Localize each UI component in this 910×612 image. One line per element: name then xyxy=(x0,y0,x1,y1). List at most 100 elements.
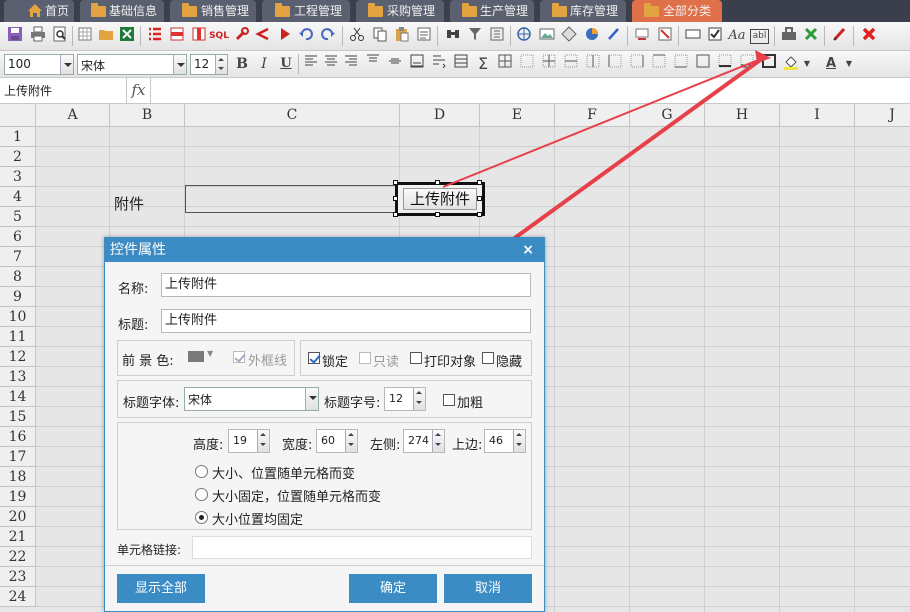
ok-button[interactable]: 确定 xyxy=(349,574,437,603)
row-header[interactable]: 13 xyxy=(0,367,36,387)
row-header[interactable]: 22 xyxy=(0,547,36,567)
row-header[interactable]: 1 xyxy=(0,127,36,147)
fill-color-icon[interactable] xyxy=(781,54,801,74)
zoom-select[interactable]: 100 xyxy=(4,54,74,75)
copy-icon[interactable] xyxy=(370,26,390,46)
resize-handle[interactable] xyxy=(435,180,440,185)
outer-frame-checkbox[interactable] xyxy=(233,351,245,363)
tab-production[interactable]: 生产管理 xyxy=(450,0,534,22)
checkbox-icon[interactable] xyxy=(705,26,725,46)
font-color-dropdown-icon[interactable]: ▼ xyxy=(843,54,855,74)
row-header[interactable]: 19 xyxy=(0,487,36,507)
lock-checkbox[interactable] xyxy=(308,352,320,364)
undo-icon[interactable] xyxy=(296,26,316,46)
border-left-icon[interactable] xyxy=(605,54,625,74)
row-header[interactable]: 12 xyxy=(0,347,36,367)
row-header[interactable]: 17 xyxy=(0,447,36,467)
row-header[interactable]: 2 xyxy=(0,147,36,167)
sql-icon[interactable]: SQL xyxy=(209,26,229,46)
row-header[interactable]: 15 xyxy=(0,407,36,427)
row-header[interactable]: 20 xyxy=(0,507,36,527)
tab-all-categories[interactable]: 全部分类 xyxy=(632,0,722,22)
font-select[interactable]: 宋体 xyxy=(77,54,187,75)
border-horizontal-icon[interactable] xyxy=(561,54,581,74)
tab-basic-info[interactable]: 基础信息 xyxy=(80,0,164,22)
toolbox-icon[interactable] xyxy=(779,26,799,46)
list-icon[interactable] xyxy=(145,26,165,46)
cell-b4[interactable]: 附件 xyxy=(114,193,144,214)
border-thick-bottom-icon[interactable] xyxy=(715,54,735,74)
cancel-button[interactable]: 取消 xyxy=(444,574,532,603)
align-right-icon[interactable] xyxy=(341,54,361,74)
row-header[interactable]: 8 xyxy=(0,267,36,287)
delete-rows-icon[interactable] xyxy=(189,26,209,46)
label-icon[interactable]: Aa xyxy=(727,26,747,46)
column-header[interactable]: F xyxy=(555,104,630,127)
align-middle-icon[interactable] xyxy=(385,54,405,74)
resize-handle[interactable] xyxy=(393,196,398,201)
tab-sales[interactable]: 销售管理 xyxy=(170,0,256,22)
upload-attachment-control[interactable]: 上传附件 xyxy=(393,180,485,217)
name-input[interactable]: 上传附件 xyxy=(161,273,531,297)
align-bottom-icon[interactable] xyxy=(407,54,427,74)
row-header[interactable]: 23 xyxy=(0,567,36,587)
top-stepper[interactable]: 46 xyxy=(484,429,526,453)
row-header[interactable]: 3 xyxy=(0,167,36,187)
border-none-icon[interactable] xyxy=(517,54,537,74)
form-icon[interactable] xyxy=(655,26,675,46)
wrench-icon[interactable] xyxy=(232,26,252,46)
resize-handle[interactable] xyxy=(477,196,482,201)
text-field-icon[interactable]: abl xyxy=(750,29,769,44)
align-top-icon[interactable] xyxy=(363,54,383,74)
column-header[interactable]: D xyxy=(400,104,480,127)
find-icon[interactable] xyxy=(443,26,463,46)
row-header[interactable]: 5 xyxy=(0,207,36,227)
column-header[interactable]: I xyxy=(780,104,855,127)
radio-resize-with-cells[interactable] xyxy=(195,465,208,478)
fx-icon[interactable]: fx xyxy=(126,78,151,103)
font-size-stepper[interactable]: 12 xyxy=(190,54,228,75)
border-inner-icon[interactable] xyxy=(539,54,559,74)
tab-engineering[interactable]: 工程管理 xyxy=(262,0,350,22)
filter-icon[interactable] xyxy=(465,26,485,46)
row-header[interactable]: 7 xyxy=(0,247,36,267)
print-object-checkbox[interactable] xyxy=(410,352,422,364)
resize-handle[interactable] xyxy=(393,180,398,185)
show-all-button[interactable]: 显示全部 xyxy=(117,574,205,603)
close-icon[interactable]: × xyxy=(522,238,534,262)
radio-fixed[interactable] xyxy=(195,511,208,524)
border-outer-icon[interactable] xyxy=(693,54,713,74)
border-bottom-icon[interactable] xyxy=(671,54,691,74)
row-header[interactable]: 4 xyxy=(0,187,36,207)
row-header[interactable]: 9 xyxy=(0,287,36,307)
sum-button[interactable]: Σ xyxy=(473,54,493,74)
left-stepper[interactable]: 274 xyxy=(403,429,445,453)
textbox-icon[interactable] xyxy=(683,26,703,46)
tab-purchasing[interactable]: 采购管理 xyxy=(356,0,444,22)
hidden-checkbox[interactable] xyxy=(482,352,494,364)
paste-icon[interactable] xyxy=(392,26,412,46)
column-header[interactable]: E xyxy=(480,104,555,127)
column-header[interactable]: G xyxy=(630,104,705,127)
image-icon[interactable] xyxy=(537,26,557,46)
row-header[interactable]: 6 xyxy=(0,227,36,247)
sort-icon[interactable] xyxy=(487,26,507,46)
pie-chart-icon[interactable] xyxy=(582,26,602,46)
column-header[interactable]: A xyxy=(36,104,110,127)
caption-input[interactable]: 上传附件 xyxy=(161,309,531,333)
print-icon[interactable] xyxy=(28,26,48,46)
column-header[interactable]: C xyxy=(185,104,400,127)
tab-home[interactable]: 首页 xyxy=(4,0,74,22)
row-header[interactable]: 24 xyxy=(0,587,36,607)
merge-cells-icon[interactable] xyxy=(451,54,471,74)
link-icon[interactable] xyxy=(514,26,534,46)
italic-button[interactable]: I xyxy=(254,54,274,74)
font-color-button[interactable]: A xyxy=(821,54,841,74)
height-stepper[interactable]: 19 xyxy=(228,429,270,453)
caption-font-select[interactable]: 宋体 xyxy=(184,387,319,411)
radio-move-with-cells[interactable] xyxy=(195,488,208,501)
bold-checkbox[interactable] xyxy=(443,394,455,406)
cell-link-input[interactable] xyxy=(192,536,532,559)
column-header[interactable]: J xyxy=(855,104,910,127)
cancel-green-icon[interactable] xyxy=(801,26,821,46)
